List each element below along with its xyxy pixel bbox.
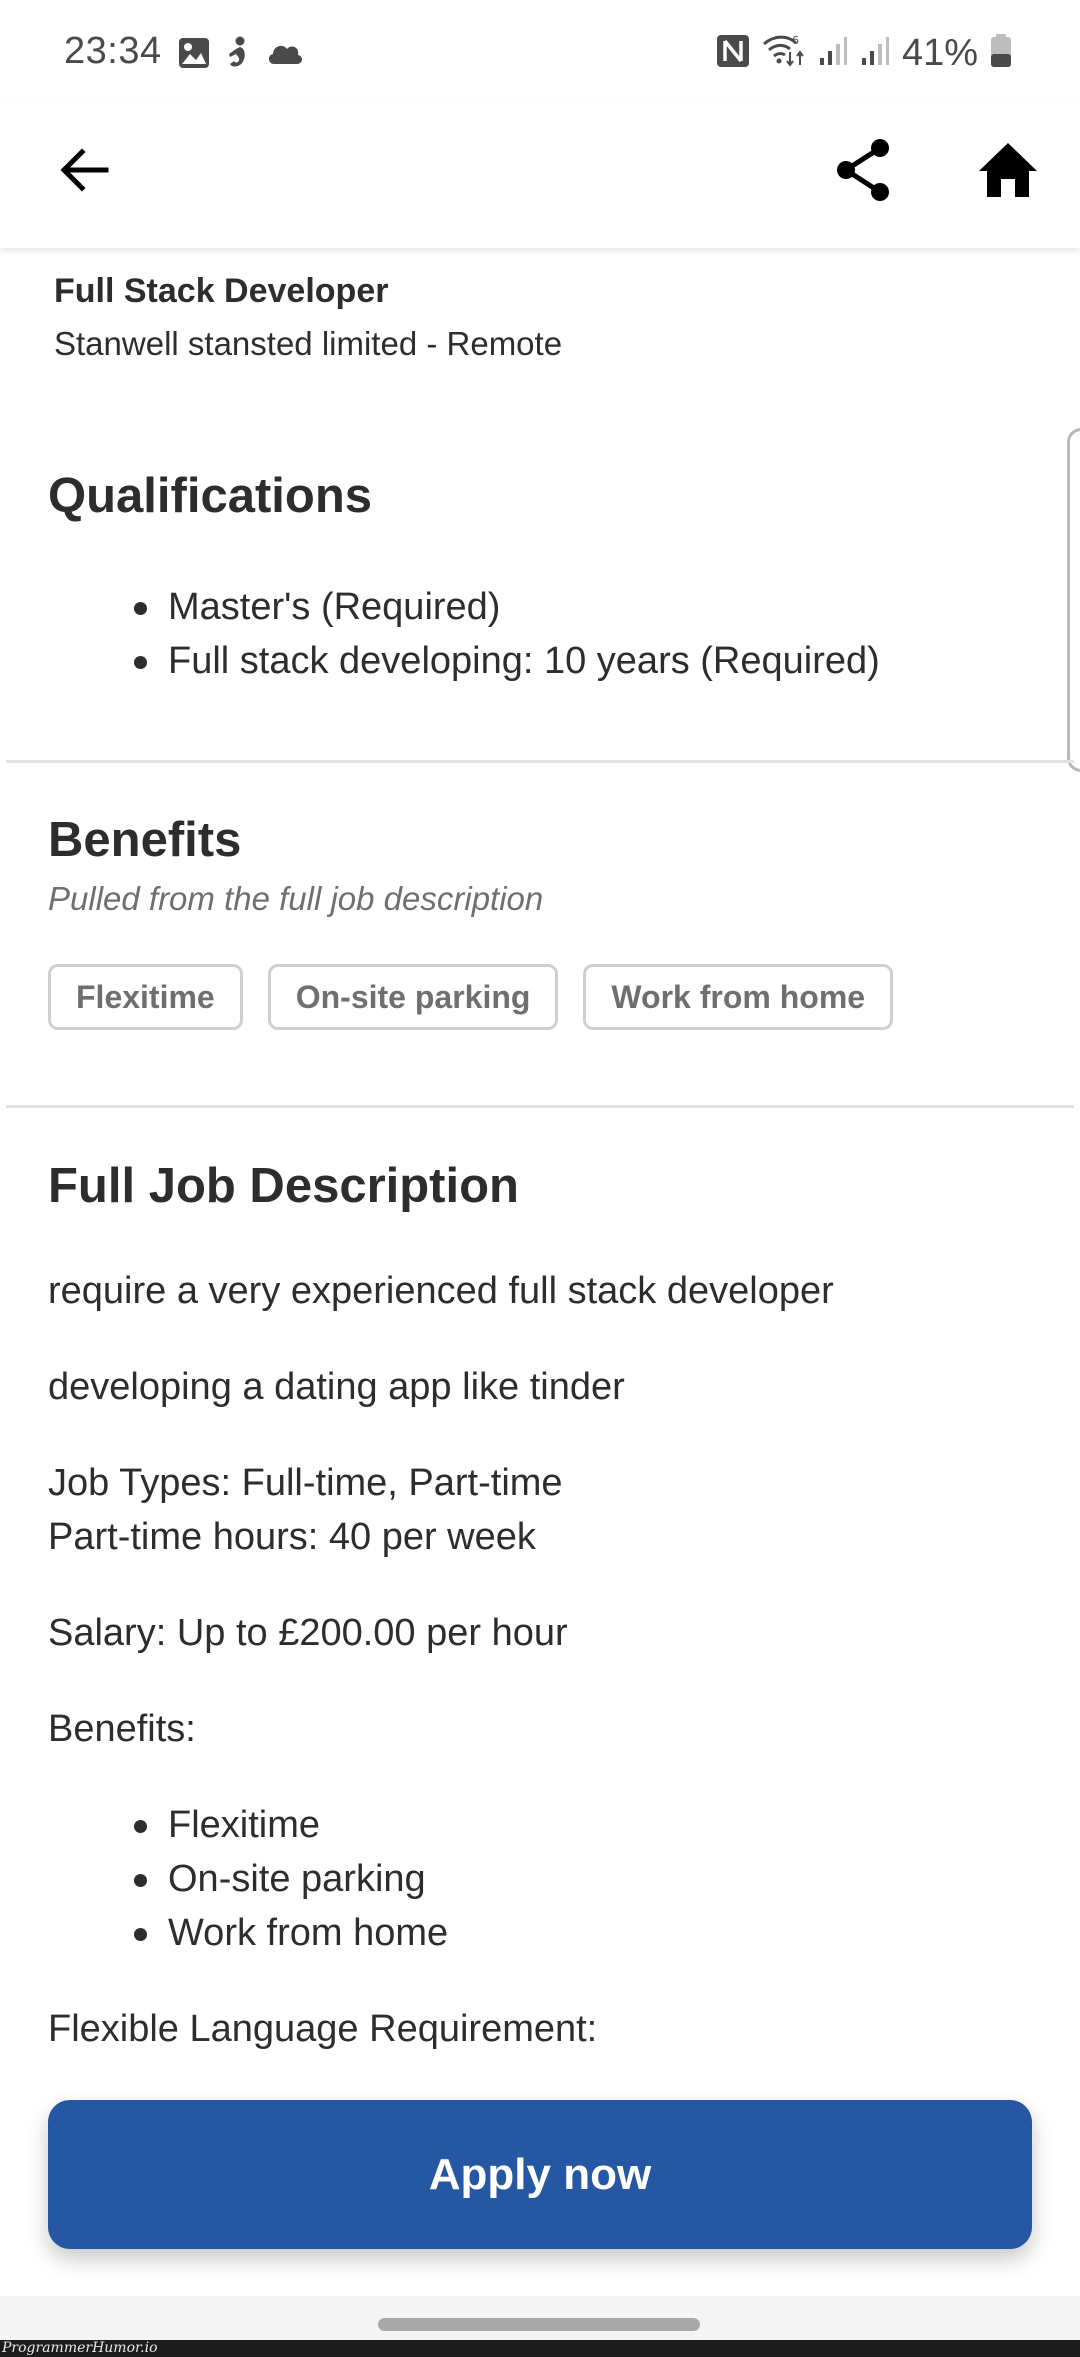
scrollbar[interactable]	[1067, 428, 1080, 772]
list-item: Work from home	[48, 1906, 1038, 1960]
job-company-location: Stanwell stansted limited - Remote	[54, 325, 563, 362]
status-bar: 23:34 6 41%	[0, 0, 1080, 100]
section-divider	[6, 760, 1074, 763]
wifi-6-icon: 6	[762, 34, 806, 73]
job-header: Full Stack Developer Stanwell stansted l…	[54, 272, 562, 363]
list-item: On-site parking	[48, 1852, 1038, 1906]
share-button[interactable]	[822, 130, 906, 214]
gallery-icon	[178, 37, 210, 74]
qualifications-list: Master's (Required) Full stack developin…	[48, 580, 880, 688]
signal-sim1-icon	[818, 36, 848, 71]
share-icon	[834, 138, 894, 207]
signal-sim2-icon	[860, 36, 890, 71]
battery-percent: 41%	[901, 32, 978, 74]
gesture-nav-bar	[0, 2296, 1080, 2344]
description-paragraph: developing a dating app like tinder	[48, 1366, 625, 1408]
yoga-app-icon	[224, 36, 252, 75]
list-item: Full stack developing: 10 years (Require…	[48, 634, 880, 688]
cloud-icon	[266, 40, 304, 71]
list-item: Master's (Required)	[48, 580, 880, 634]
svg-text:6: 6	[792, 34, 799, 47]
battery-icon	[990, 34, 1012, 73]
benefits-label: Benefits:	[48, 1708, 196, 1750]
apply-now-label: Apply now	[428, 2149, 652, 2199]
apply-now-button[interactable]: Apply now	[48, 2100, 1032, 2249]
benefits-section: Benefits Pulled from the full job descri…	[48, 812, 1048, 1030]
list-item: Flexitime	[48, 1798, 1038, 1852]
status-time: 23:34	[64, 30, 162, 72]
salary: Salary: Up to £200.00 per hour	[48, 1612, 568, 1654]
benefit-chip-parking[interactable]: On-site parking	[267, 964, 559, 1030]
full-description-section: Full Job Description require a very expe…	[48, 1158, 1038, 2056]
section-divider	[6, 1105, 1074, 1108]
job-title: Full Stack Developer	[54, 272, 389, 310]
nfc-icon	[716, 34, 750, 73]
full-description-heading: Full Job Description	[48, 1159, 519, 1213]
description-benefits-list: Flexitime On-site parking Work from home	[48, 1798, 1038, 1960]
benefits-heading: Benefits	[48, 813, 242, 867]
description-paragraph: require a very experienced full stack de…	[48, 1270, 834, 1312]
part-time-hours: Part-time hours: 40 per week	[48, 1516, 536, 1558]
qualifications-heading: Qualifications	[48, 469, 373, 523]
notification-icons	[178, 36, 304, 75]
app-bar	[0, 100, 1080, 248]
back-button[interactable]	[42, 130, 126, 214]
home-button[interactable]	[966, 130, 1050, 214]
watermark-bar: ProgrammerHumor.io	[0, 2340, 1080, 2357]
home-gesture-handle[interactable]	[378, 2318, 700, 2331]
benefit-chips: Flexitime On-site parking Work from home	[48, 964, 1048, 1030]
qualifications-section: Qualifications Master's (Required) Full …	[48, 468, 880, 688]
watermark-text: ProgrammerHumor.io	[2, 2340, 158, 2356]
job-types: Job Types: Full-time, Part-time	[48, 1462, 563, 1504]
benefits-subtitle: Pulled from the full job description	[48, 880, 544, 917]
benefit-chip-flexitime[interactable]: Flexitime	[48, 964, 243, 1030]
language-requirement: Flexible Language Requirement:	[48, 2008, 598, 2050]
arrow-back-icon	[58, 144, 110, 201]
home-icon	[977, 141, 1039, 204]
system-icons: 6 41%	[716, 32, 1012, 75]
benefit-chip-work-from-home[interactable]: Work from home	[583, 964, 894, 1030]
